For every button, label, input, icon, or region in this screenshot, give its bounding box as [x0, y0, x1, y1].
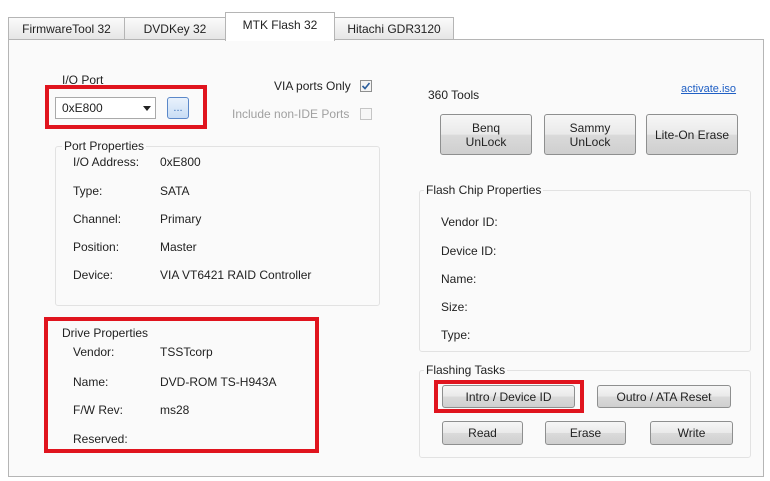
tab-firmwaretool-32[interactable]: FirmwareTool 32	[8, 17, 125, 39]
fw-rev-label: F/W Rev:	[73, 403, 123, 417]
flash-size-label: Size:	[441, 300, 468, 314]
type-label: Type:	[73, 184, 103, 198]
flash-type-label: Type:	[441, 328, 471, 342]
flash-name-label: Name:	[441, 272, 477, 286]
lite-on-erase-button[interactable]: Lite-On Erase	[646, 114, 738, 155]
tab-dvdkey-32[interactable]: DVDKey 32	[124, 17, 226, 39]
io-address-value: 0xE800	[160, 155, 201, 169]
vendor-label: Vendor:	[73, 345, 115, 359]
activate-iso-link[interactable]: activate.iso	[681, 83, 736, 95]
benq-unlock-label-2: UnLock	[465, 134, 507, 149]
outro-ata-reset-button[interactable]: Outro / ATA Reset	[597, 385, 731, 408]
tools-360-title: 360 Tools	[428, 88, 480, 102]
sammy-unlock-label-1: Sammy	[569, 120, 611, 135]
sammy-unlock-label-2: UnLock	[569, 134, 611, 149]
checkmark-icon	[361, 82, 371, 90]
io-port-selected-value: 0xE800	[62, 101, 103, 115]
chevron-down-icon	[143, 106, 151, 111]
device-label: Device:	[73, 268, 114, 282]
name-label: Name:	[73, 375, 109, 389]
channel-label: Channel:	[73, 212, 122, 226]
flash-device-id-label: Device ID:	[441, 244, 497, 258]
read-button[interactable]: Read	[442, 421, 523, 445]
tab-hitachi-gdr3120[interactable]: Hitachi GDR3120	[334, 17, 454, 39]
port-properties-title: Port Properties	[62, 139, 147, 153]
browse-port-button[interactable]: ...	[167, 97, 189, 119]
sammy-unlock-button[interactable]: Sammy UnLock	[544, 114, 636, 155]
flash-vendor-id-label: Vendor ID:	[441, 215, 498, 229]
write-button[interactable]: Write	[650, 421, 733, 445]
vendor-value: TSSTcorp	[160, 345, 213, 359]
include-non-ide-label: Include non-IDE Ports	[232, 107, 350, 121]
io-port-label: I/O Port	[62, 73, 104, 87]
via-ports-only-checkbox[interactable]	[360, 80, 372, 92]
flashing-tasks-title: Flashing Tasks	[424, 363, 508, 377]
name-value: DVD-ROM TS-H943A	[160, 375, 277, 389]
port-properties-group: Port Properties	[55, 139, 380, 306]
erase-button[interactable]: Erase	[545, 421, 626, 445]
benq-unlock-button[interactable]: Benq UnLock	[440, 114, 532, 155]
via-ports-only-label: VIA ports Only	[274, 79, 351, 93]
type-value: SATA	[160, 184, 190, 198]
tab-mtk-flash-32[interactable]: MTK Flash 32	[225, 12, 335, 41]
include-non-ide-checkbox[interactable]	[360, 108, 372, 120]
channel-value: Primary	[160, 212, 202, 226]
position-value: Master	[160, 240, 197, 254]
flash-chip-title: Flash Chip Properties	[424, 183, 544, 197]
drive-properties-title: Drive Properties	[62, 326, 149, 340]
device-value: VIA VT6421 RAID Controller	[160, 268, 312, 282]
benq-unlock-label-1: Benq	[471, 120, 501, 135]
intro-device-id-button[interactable]: Intro / Device ID	[442, 385, 575, 408]
fw-rev-value: ms28	[160, 403, 190, 417]
io-address-label: I/O Address:	[73, 155, 140, 169]
io-port-select[interactable]: 0xE800	[55, 97, 156, 119]
position-label: Position:	[73, 240, 120, 254]
reserved-label: Reserved:	[73, 432, 128, 446]
